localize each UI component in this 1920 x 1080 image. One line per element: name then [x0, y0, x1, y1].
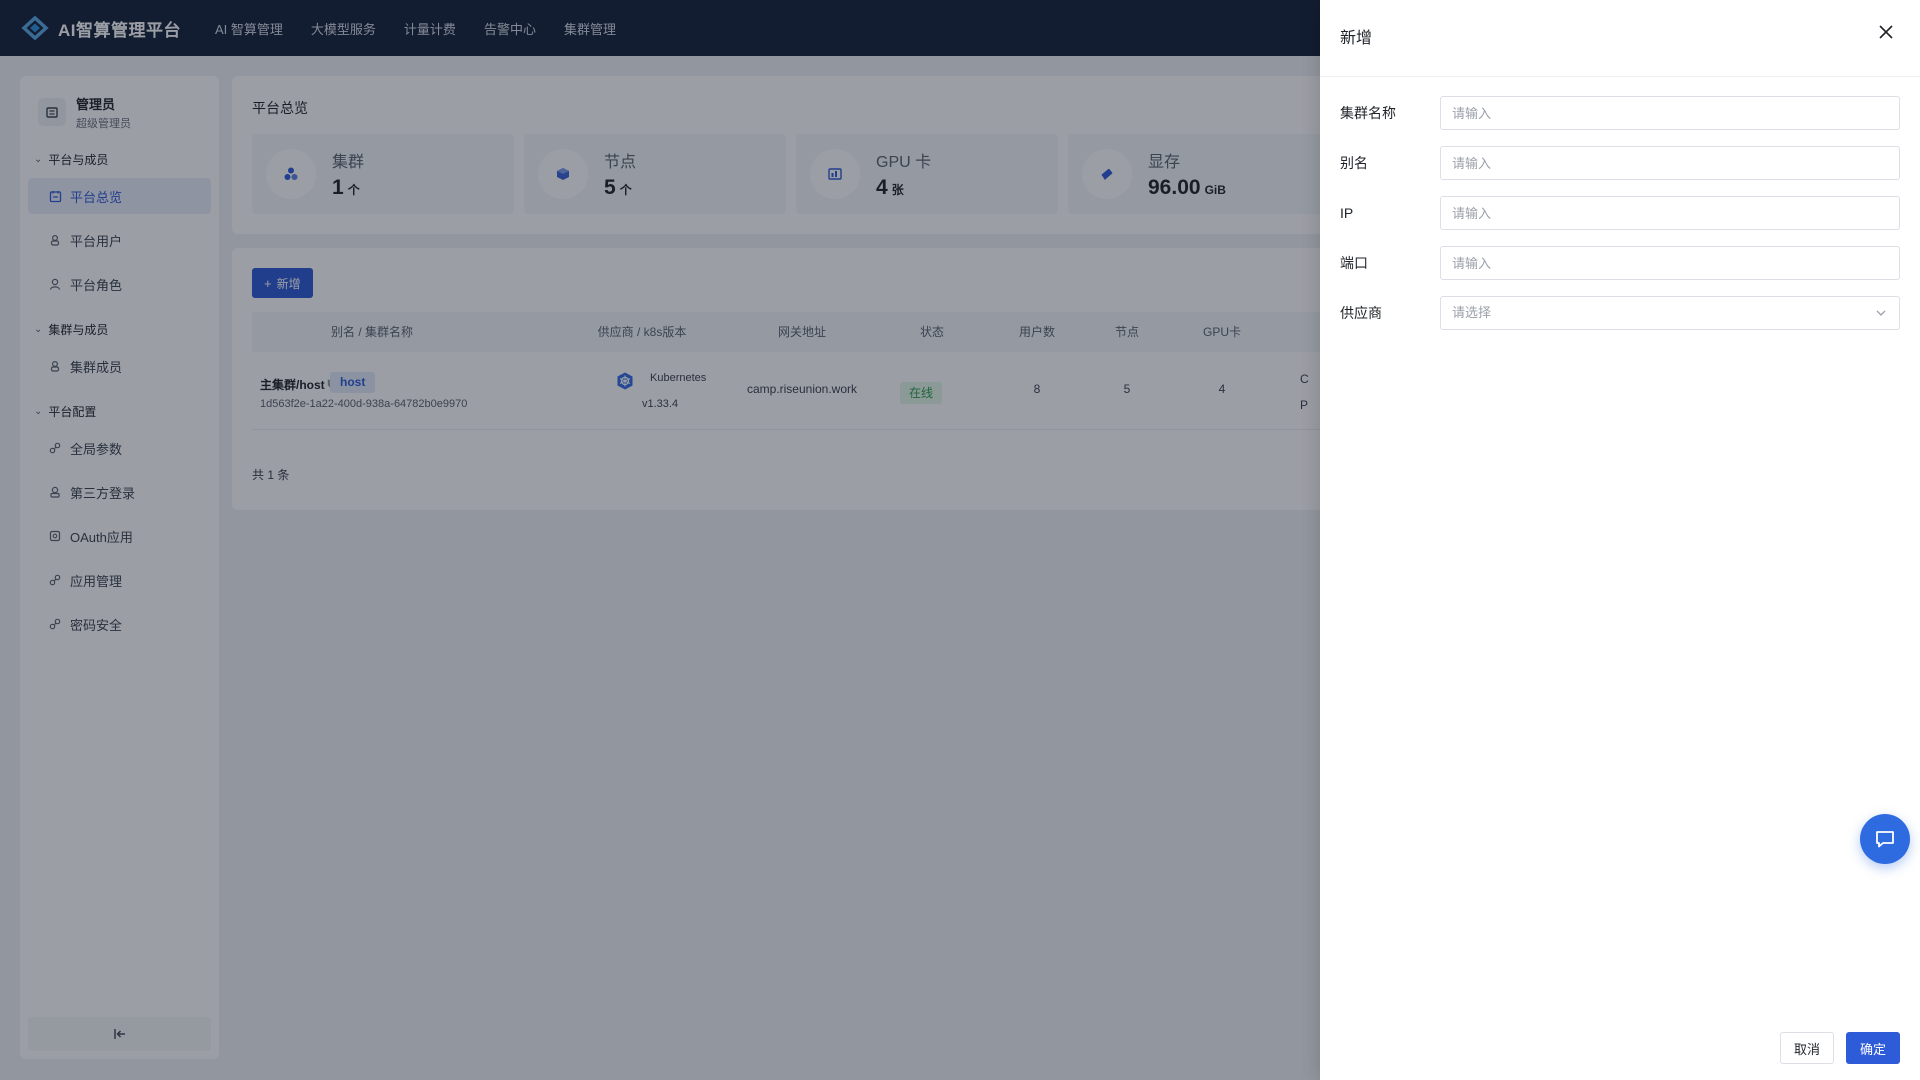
chat-icon	[1876, 831, 1894, 848]
drawer-header: 新增	[1320, 0, 1920, 77]
chat-button[interactable]	[1860, 814, 1910, 864]
add-cluster-drawer: 新增 集群名称 别名 IP 端口 供应商 请选择	[1320, 0, 1920, 1080]
form-row-alias: 别名	[1340, 146, 1900, 180]
confirm-button[interactable]: 确定	[1846, 1032, 1900, 1064]
cluster-name-input[interactable]	[1440, 96, 1900, 130]
form-row-port: 端口	[1340, 246, 1900, 280]
vendor-select[interactable]: 请选择	[1440, 296, 1900, 330]
close-icon[interactable]	[1876, 22, 1896, 42]
alias-input[interactable]	[1440, 146, 1900, 180]
port-label: 端口	[1340, 255, 1368, 271]
ip-label: IP	[1340, 205, 1354, 221]
ip-input[interactable]	[1440, 196, 1900, 230]
form-row-cluster-name: 集群名称	[1340, 96, 1900, 130]
vendor-select-placeholder: 请选择	[1452, 305, 1492, 320]
form-row-ip: IP	[1340, 196, 1900, 230]
drawer-title: 新增	[1340, 30, 1373, 47]
chevron-down-icon	[1876, 310, 1886, 316]
vendor-label: 供应商	[1340, 305, 1382, 321]
cancel-button[interactable]: 取消	[1780, 1032, 1834, 1064]
alias-label: 别名	[1340, 155, 1368, 171]
form-row-vendor: 供应商 请选择	[1340, 296, 1900, 330]
port-input[interactable]	[1440, 246, 1900, 280]
cluster-name-label: 集群名称	[1340, 105, 1396, 121]
